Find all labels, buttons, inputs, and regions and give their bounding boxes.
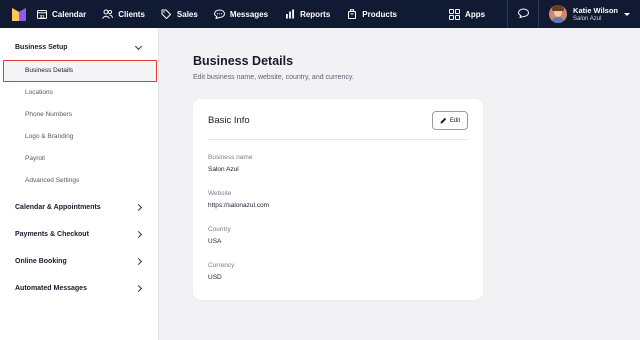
apps-label: Apps [465,9,486,19]
chevron-right-icon[interactable] [134,284,143,293]
nav-reports[interactable]: Reports [284,0,330,28]
sidebar-section-automated-messages[interactable]: Automated Messages [15,285,87,292]
user-name: Katie Wilson [573,5,618,15]
card-title: Basic Info [208,115,250,126]
chevron-right-icon[interactable] [134,230,143,239]
sidebar-section-payments-checkout[interactable]: Payments & Checkout [15,231,89,238]
field-value-currency: USD [208,274,222,281]
nav-label: Sales [176,9,198,19]
settings-sidebar: Business Setup Business Details Location… [0,28,159,340]
user-salon: Salon Azul [573,15,602,22]
svg-text:31: 31 [39,14,45,19]
field-value-website: https://salonazul.com [208,202,270,209]
chevron-down-icon[interactable] [134,42,143,51]
calendar-icon: 31 [36,9,47,20]
field-value-country: USA [208,238,222,245]
field-label-country: Country [208,226,231,233]
page-title: Business Details [193,54,294,68]
card-divider [208,139,468,140]
user-menu[interactable]: Katie Wilson Salon Azul [539,0,640,28]
sidebar-section-calendar-appointments[interactable]: Calendar & Appointments [15,204,101,211]
sidebar-item-logo-branding[interactable]: Logo & Branding [25,133,73,140]
page-subtitle: Edit business name, website, country, an… [193,74,354,81]
sidebar-item-advanced-settings[interactable]: Advanced Settings [25,177,79,184]
sidebar-item-business-details[interactable]: Business Details [25,67,73,74]
nav-label: Messages [229,9,269,19]
apps-grid-icon [449,8,461,20]
messages-button[interactable] [508,0,538,28]
top-nav: 31 Calendar Clients Sales Messages Repor… [0,0,640,28]
clients-icon [102,9,114,20]
edit-label: Edit [449,117,461,124]
message-bubble-icon [517,5,529,23]
nav-label: Products [362,9,397,19]
caret-down-icon [624,12,630,16]
nav-label: Clients [118,9,145,19]
field-label-business-name: Business name [208,154,253,161]
field-label-currency: Currency [208,262,235,269]
sidebar-item-payroll[interactable]: Payroll [25,155,45,162]
nav-messages[interactable]: Messages [213,0,269,28]
field-label-website: Website [208,190,232,197]
chevron-right-icon[interactable] [134,203,143,212]
field-value-business-name: Salon Azul [208,166,239,173]
apps-button[interactable]: Apps [449,8,486,20]
edit-button[interactable]: Edit [432,111,468,130]
bar-chart-icon [284,9,295,20]
nav-calendar[interactable]: 31 Calendar [36,0,86,28]
nav-sales[interactable]: Sales [161,0,198,28]
avatar [549,5,568,23]
tag-icon [161,9,172,20]
app-logo-icon[interactable] [12,7,26,21]
sidebar-section-business-setup[interactable]: Business Setup [15,44,68,51]
sidebar-section-online-booking[interactable]: Online Booking [15,258,67,265]
nav-label: Calendar [52,9,87,19]
nav-products[interactable]: Products [346,0,397,28]
pencil-icon [440,117,447,124]
chat-icon [213,9,225,20]
chevron-right-icon[interactable] [134,257,143,266]
basic-info-card: Basic Info Edit Business name Salon Azul… [193,99,483,300]
sidebar-item-locations[interactable]: Locations [25,89,53,96]
box-icon [346,9,357,20]
nav-clients[interactable]: Clients [102,0,145,28]
sidebar-item-phone-numbers[interactable]: Phone Numbers [25,111,72,118]
nav-label: Reports [300,9,331,19]
